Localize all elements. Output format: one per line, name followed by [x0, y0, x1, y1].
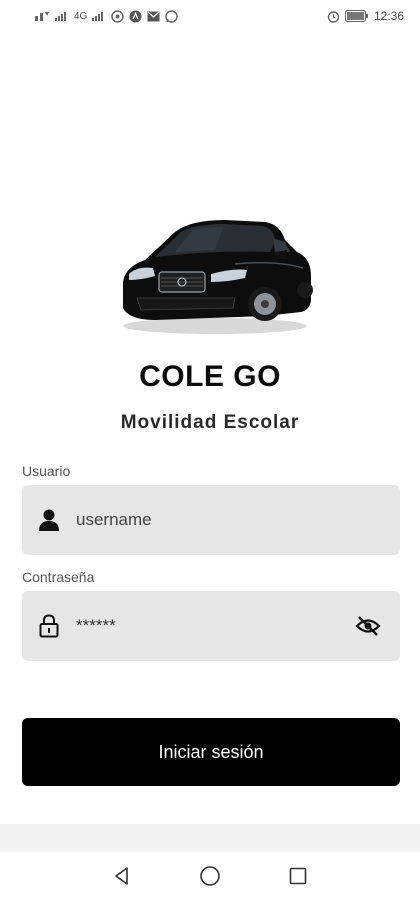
signal-icon	[55, 10, 69, 22]
lock-icon	[38, 614, 60, 638]
username-input[interactable]	[74, 509, 382, 531]
home-icon[interactable]	[197, 863, 223, 889]
alarm-icon	[327, 10, 340, 23]
recents-icon[interactable]	[285, 863, 311, 889]
app-title: COLE GO	[139, 360, 281, 393]
password-field[interactable]	[22, 591, 400, 661]
status-bar: 4G 12:36	[0, 0, 420, 32]
status-bar-right: 12:36	[327, 9, 404, 23]
password-input[interactable]	[74, 615, 354, 637]
login-button[interactable]: Iniciar sesión	[22, 718, 400, 786]
car-image	[115, 212, 315, 337]
system-nav-bar	[0, 852, 420, 900]
visibility-off-icon[interactable]	[354, 614, 382, 638]
username-field[interactable]	[22, 485, 400, 555]
app-subtitle: Movilidad Escolar	[120, 412, 300, 433]
clock-time: 12:36	[373, 9, 404, 23]
battery-icon	[344, 10, 369, 22]
signal-icon	[92, 10, 106, 22]
user-icon	[38, 508, 60, 532]
back-icon[interactable]	[109, 863, 135, 889]
network-type-text: 4G	[74, 10, 88, 22]
password-label: Contraseña	[22, 569, 95, 585]
username-label: Usuario	[22, 463, 71, 479]
hotspot-icon	[111, 9, 125, 23]
bottom-strip	[0, 824, 420, 852]
mail-icon	[147, 11, 160, 22]
app-icon	[129, 10, 142, 23]
network-speed-icon	[34, 10, 50, 22]
status-bar-left: 4G	[34, 9, 179, 23]
whatsapp-icon	[165, 9, 179, 23]
